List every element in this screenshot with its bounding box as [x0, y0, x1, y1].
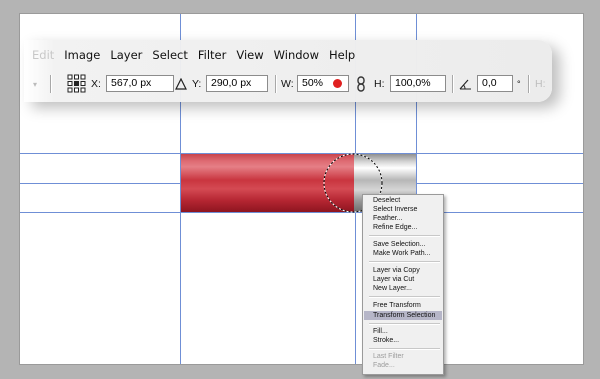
- menu-separator: [369, 235, 440, 237]
- menu-item-make-work-path[interactable]: Make Work Path...: [364, 249, 442, 258]
- menu-select[interactable]: Select: [147, 44, 192, 66]
- menu-item-new-layer[interactable]: New Layer...: [364, 284, 442, 293]
- menu-item-fade: Fade...: [373, 362, 395, 369]
- degree-unit: °: [517, 79, 521, 89]
- menu-help[interactable]: Help: [324, 44, 360, 66]
- reference-point-grid-icon[interactable]: [67, 74, 86, 93]
- horizontal-skew-label: H:: [535, 78, 546, 90]
- separator: [275, 75, 277, 93]
- menu-separator: [369, 261, 440, 263]
- separator: [50, 75, 52, 93]
- separator: [528, 75, 530, 93]
- menu-item-stroke[interactable]: Stroke...: [364, 336, 442, 345]
- menu-item-last-filter: Last Filter: [373, 353, 404, 360]
- menu-separator: [369, 323, 440, 325]
- warning-dot-icon: [333, 79, 342, 88]
- menu-item-save-selection[interactable]: Save Selection...: [364, 240, 442, 249]
- menu-item-layer-via-cut[interactable]: Layer via Cut: [364, 275, 442, 284]
- x-position-field[interactable]: 567,0 px: [106, 75, 174, 92]
- width-percent-field[interactable]: 50%: [297, 75, 349, 92]
- delta-icon[interactable]: [175, 78, 187, 90]
- menu-filter[interactable]: Filter: [193, 44, 231, 66]
- menu-separator: [369, 348, 440, 350]
- menu-edit[interactable]: Edit: [24, 44, 59, 66]
- application-toolbar: Edit Image Layer Select Filter View Wind…: [24, 40, 552, 102]
- menu-layer[interactable]: Layer: [105, 44, 147, 66]
- menu-view[interactable]: View: [231, 44, 268, 66]
- menu-window[interactable]: Window: [269, 44, 324, 66]
- menu-item-free-transform[interactable]: Free Transform: [364, 301, 442, 310]
- rotation-angle-field[interactable]: 0,0: [477, 75, 513, 92]
- menu-item-feather[interactable]: Feather...: [364, 214, 442, 223]
- menu-bar: Edit Image Layer Select Filter View Wind…: [24, 44, 360, 66]
- width-value: 50%: [302, 77, 324, 89]
- horizontal-guide[interactable]: [20, 212, 583, 213]
- menu-image[interactable]: Image: [59, 44, 105, 66]
- menu-separator: [369, 296, 440, 298]
- menu-item-transform-selection[interactable]: Transform Selection: [364, 311, 442, 320]
- width-label: W:: [281, 78, 294, 90]
- height-percent-field[interactable]: 100,0%: [390, 75, 446, 92]
- height-label: H:: [374, 78, 385, 90]
- menu-item-layer-via-copy[interactable]: Layer via Copy: [364, 266, 442, 275]
- menu-item-fill[interactable]: Fill...: [364, 327, 442, 336]
- context-menu: Deselect Select Inverse Feather... Refin…: [362, 194, 444, 375]
- tool-preset-dropdown-arrow-icon[interactable]: ▾: [28, 70, 42, 98]
- y-label: Y:: [192, 78, 202, 90]
- x-label: X:: [91, 78, 101, 90]
- menu-item-refine-edge[interactable]: Refine Edge...: [364, 223, 442, 232]
- link-icon[interactable]: [356, 76, 366, 92]
- menu-item-deselect[interactable]: Deselect: [364, 196, 442, 205]
- angle-icon[interactable]: [459, 78, 472, 90]
- transform-options-bar: ▾ X: 567,0 px Y: 290,0 px W: 50% H: 100,…: [24, 70, 552, 98]
- y-position-field[interactable]: 290,0 px: [206, 75, 268, 92]
- menu-item-select-inverse[interactable]: Select Inverse: [364, 205, 442, 214]
- separator: [452, 75, 454, 93]
